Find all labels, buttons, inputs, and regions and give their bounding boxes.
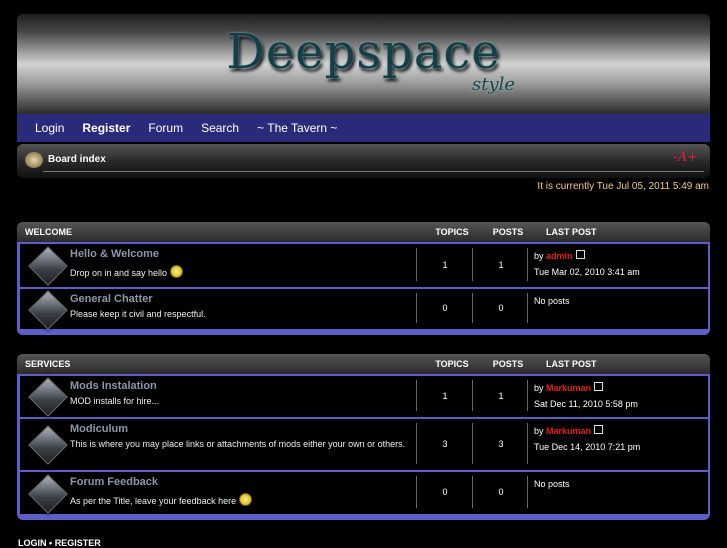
header-topics: TOPICS bbox=[435, 359, 469, 369]
no-posts-label: No posts bbox=[534, 479, 570, 489]
topics-count: 0 bbox=[416, 293, 473, 323]
forum-read-icon bbox=[28, 246, 68, 286]
bottom-login-link[interactable]: LOGIN bbox=[18, 538, 47, 548]
site-logo: Deepspace bbox=[226, 24, 501, 80]
forum-read-icon bbox=[28, 377, 68, 417]
forum-description: MOD installs for hire... bbox=[70, 396, 160, 406]
posts-count: 3 bbox=[472, 423, 529, 464]
site-logo-subtitle: style bbox=[472, 74, 516, 95]
forum-row: Hello & Welcome Drop on in and say hello… bbox=[20, 244, 708, 287]
last-post-date: Tue Dec 14, 2010 7:21 pm bbox=[534, 442, 641, 452]
last-post-author[interactable]: Markuman bbox=[546, 383, 591, 393]
forum-name-link[interactable]: Hello & Welcome bbox=[70, 248, 408, 260]
nav-tavern[interactable]: ~ The Tavern ~ bbox=[248, 121, 346, 135]
topics-count: 1 bbox=[416, 380, 473, 411]
forum-name-link[interactable]: Modiculum bbox=[70, 423, 408, 435]
nav-login[interactable]: Login bbox=[17, 121, 73, 135]
category-header: WELCOME TOPICS POSTS LAST POST bbox=[17, 222, 710, 242]
posts-count: 1 bbox=[472, 248, 529, 281]
view-latest-post-icon[interactable] bbox=[575, 250, 585, 259]
forum-row: Mods Instalation MOD installs for hire..… bbox=[20, 376, 708, 417]
topics-count: 3 bbox=[416, 423, 473, 464]
nav-register[interactable]: Register bbox=[73, 121, 139, 135]
nav-search[interactable]: Search bbox=[192, 121, 248, 135]
header-last-post: LAST POST bbox=[546, 359, 597, 369]
header-topics: TOPICS bbox=[435, 227, 469, 237]
bottom-separator: • bbox=[49, 538, 53, 548]
header-posts: POSTS bbox=[492, 227, 524, 237]
forum-description: This is where you may place links or att… bbox=[70, 439, 406, 449]
forum-row: General Chatter Please keep it civil and… bbox=[20, 289, 708, 330]
topics-count: 1 bbox=[416, 248, 473, 281]
bottom-register-link[interactable]: REGISTER bbox=[55, 538, 101, 548]
grin-icon bbox=[239, 493, 253, 506]
current-datetime: It is currently Tue Jul 05, 2011 5:49 am bbox=[537, 181, 709, 192]
category-services: SERVICES TOPICS POSTS LAST POST Mods Ins… bbox=[17, 354, 710, 520]
home-icon[interactable] bbox=[25, 152, 43, 168]
last-post: by admin Tue Mar 02, 2010 3:41 am bbox=[527, 248, 640, 281]
breadcrumb-bar: Board index -A+ bbox=[17, 144, 710, 178]
last-post-author[interactable]: Markuman bbox=[546, 426, 591, 436]
smile-icon bbox=[170, 265, 184, 278]
posts-count: 0 bbox=[472, 476, 529, 508]
posts-count: 0 bbox=[472, 293, 529, 323]
forum-read-icon bbox=[28, 474, 68, 514]
forum-name-link[interactable]: General Chatter bbox=[70, 293, 408, 305]
last-post-date: Sat Dec 11, 2010 5:58 pm bbox=[534, 399, 638, 409]
forum-description: Please keep it civil and respectful. bbox=[70, 309, 206, 319]
category-title[interactable]: WELCOME bbox=[17, 227, 424, 237]
forum-name-link[interactable]: Mods Instalation bbox=[70, 380, 408, 392]
breadcrumb-board-index[interactable]: Board index bbox=[48, 154, 106, 165]
category-title[interactable]: SERVICES bbox=[17, 359, 424, 369]
no-posts-label: No posts bbox=[534, 296, 570, 306]
last-post-author[interactable]: admin bbox=[546, 251, 573, 261]
site-banner: Deepspace style bbox=[17, 14, 710, 114]
posts-count: 1 bbox=[472, 380, 529, 411]
forum-read-icon bbox=[28, 425, 68, 465]
forum-name-link[interactable]: Forum Feedback bbox=[70, 476, 408, 488]
header-posts: POSTS bbox=[492, 359, 524, 369]
last-post: by Markuman Sat Dec 11, 2010 5:58 pm bbox=[527, 380, 638, 411]
last-post: No posts bbox=[527, 293, 570, 323]
view-latest-post-icon[interactable] bbox=[594, 382, 604, 391]
bottom-links: LOGIN • REGISTER bbox=[18, 538, 101, 548]
topics-count: 0 bbox=[416, 476, 473, 508]
forum-row: Modiculum This is where you may place li… bbox=[20, 419, 708, 470]
forum-read-icon bbox=[28, 290, 68, 330]
view-latest-post-icon[interactable] bbox=[594, 425, 604, 434]
category-welcome: WELCOME TOPICS POSTS LAST POST Hello & W… bbox=[17, 222, 710, 335]
forum-row: Forum Feedback As per the Title, leave y… bbox=[20, 472, 708, 514]
font-size-icon[interactable]: -A+ bbox=[673, 150, 698, 165]
breadcrumb-divider bbox=[43, 171, 704, 172]
last-post: by Markuman Tue Dec 14, 2010 7:21 pm bbox=[527, 423, 640, 464]
top-nav: Login Register Forum Search ~ The Tavern… bbox=[17, 114, 710, 142]
nav-forum[interactable]: Forum bbox=[139, 121, 192, 135]
header-last-post: LAST POST bbox=[546, 227, 597, 237]
forum-description: Drop on in and say hello bbox=[70, 265, 408, 280]
last-post-date: Tue Mar 02, 2010 3:41 am bbox=[534, 267, 640, 277]
forum-description: As per the Title, leave your feedback he… bbox=[70, 493, 408, 508]
category-header: SERVICES TOPICS POSTS LAST POST bbox=[17, 354, 710, 374]
last-post: No posts bbox=[527, 476, 570, 508]
